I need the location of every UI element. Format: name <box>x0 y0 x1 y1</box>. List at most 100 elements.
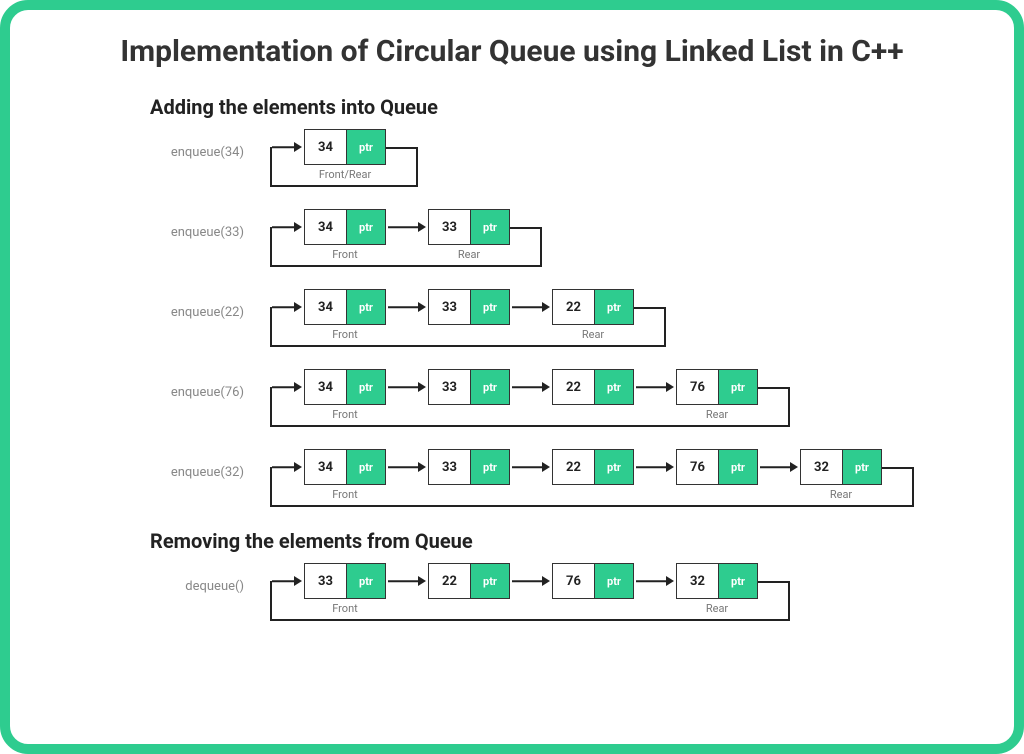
node-ptr: ptr <box>843 450 881 484</box>
node-role-label: Rear <box>706 602 728 615</box>
arrow-lead-in <box>270 563 304 599</box>
node-value: 33 <box>429 290 471 324</box>
node-ptr: ptr <box>471 564 509 598</box>
node-role-label: Front <box>332 328 358 341</box>
node-role-label: Front <box>332 488 358 501</box>
operation-row: enqueue(22)34ptrFront33ptr22ptrRear <box>40 289 984 355</box>
node-role-label: Front <box>332 248 358 261</box>
node: 22ptr <box>552 449 634 485</box>
node-ptr: ptr <box>595 290 633 324</box>
node-chain: 34ptrFront33ptrRear <box>270 209 984 261</box>
node: 34ptrFront <box>304 369 386 421</box>
add-rows: enqueue(34)34ptrFront/Rearenqueue(33)34p… <box>40 129 984 515</box>
node-ptr: ptr <box>347 564 385 598</box>
node-ptr: ptr <box>719 370 757 404</box>
remove-rows: dequeue()33ptrFront22ptr76ptr32ptrRear <box>40 563 984 629</box>
operation-label: dequeue() <box>40 563 270 594</box>
node-ptr: ptr <box>471 450 509 484</box>
arrow-next <box>510 449 552 485</box>
node-ptr: ptr <box>595 370 633 404</box>
node: 76ptr <box>676 449 758 485</box>
node-ptr: ptr <box>719 450 757 484</box>
arrow-next <box>634 563 676 599</box>
node-chain: 34ptrFront33ptr22ptr76ptrRear <box>270 369 984 421</box>
arrow-lead-in <box>270 129 304 165</box>
node-value: 22 <box>429 564 471 598</box>
node: 22ptr <box>552 369 634 405</box>
node: 33ptr Rear <box>428 209 510 261</box>
arrow-lead-in <box>270 209 304 245</box>
node-ptr: ptr <box>719 564 757 598</box>
arrow-lead-in <box>270 289 304 325</box>
arrow-next <box>510 563 552 599</box>
operation-row: enqueue(33)34ptrFront33ptrRear <box>40 209 984 275</box>
node-value: 76 <box>553 564 595 598</box>
node-role-label: Rear <box>830 488 852 501</box>
arrow-next <box>386 289 428 325</box>
node-value: 34 <box>305 130 347 164</box>
section-heading-remove: Removing the elements from Queue <box>150 529 984 553</box>
arrow-lead-in <box>270 449 304 485</box>
arrow-next <box>386 449 428 485</box>
node-value: 33 <box>429 450 471 484</box>
operation-label: enqueue(33) <box>40 209 270 240</box>
operation-label: enqueue(76) <box>40 369 270 400</box>
arrow-next <box>510 289 552 325</box>
node-value: 34 <box>305 370 347 404</box>
node: 76ptr Rear <box>676 369 758 421</box>
node-role-label: Rear <box>706 408 728 421</box>
node: 34ptr Front <box>304 209 386 261</box>
arrow-next <box>634 369 676 405</box>
node-chain: 33ptrFront22ptr76ptr32ptrRear <box>270 563 984 615</box>
node-value: 34 <box>305 290 347 324</box>
operation-row: enqueue(32)34ptrFront33ptr22ptr76ptr32pt… <box>40 449 984 515</box>
node-ptr: ptr <box>471 210 509 244</box>
node-ptr: ptr <box>347 130 385 164</box>
page-title: Implementation of Circular Queue using L… <box>40 32 984 71</box>
arrow-next <box>386 369 428 405</box>
node-chain: 34ptrFront33ptr22ptrRear <box>270 289 984 341</box>
node-ptr: ptr <box>347 210 385 244</box>
operation-label: enqueue(34) <box>40 129 270 160</box>
node: 34ptr Front <box>304 289 386 341</box>
section-heading-add: Adding the elements into Queue <box>150 95 984 119</box>
node-ptr: ptr <box>347 290 385 324</box>
node: 33ptr <box>428 449 510 485</box>
node: 34ptrFront/Rear <box>304 129 386 181</box>
arrow-next <box>386 209 428 245</box>
operation-label: enqueue(32) <box>40 449 270 480</box>
node-value: 32 <box>677 564 719 598</box>
arrow-next <box>510 369 552 405</box>
node: 22ptr <box>428 563 510 599</box>
node-value: 22 <box>553 290 595 324</box>
node-ptr: ptr <box>471 370 509 404</box>
diagram-frame: Implementation of Circular Queue using L… <box>0 0 1024 754</box>
node-role-label: Rear <box>458 248 480 261</box>
node-ptr: ptr <box>595 450 633 484</box>
arrow-lead-in <box>270 369 304 405</box>
node-value: 22 <box>553 370 595 404</box>
arrow-next <box>386 563 428 599</box>
arrow-next <box>758 449 800 485</box>
node: 34ptr Front <box>304 449 386 501</box>
node-ptr: ptr <box>595 564 633 598</box>
node-value: 76 <box>677 370 719 404</box>
node-value: 32 <box>801 450 843 484</box>
node-value: 34 <box>305 210 347 244</box>
operation-label: enqueue(22) <box>40 289 270 320</box>
node-value: 22 <box>553 450 595 484</box>
node-value: 33 <box>429 210 471 244</box>
operation-row: enqueue(76)34ptrFront33ptr22ptr76ptrRear <box>40 369 984 435</box>
node-chain: 34ptrFront/Rear <box>270 129 984 181</box>
node-role-label: Front <box>332 602 358 615</box>
node-ptr: ptr <box>347 370 385 404</box>
node-value: 76 <box>677 450 719 484</box>
arrow-next <box>634 449 676 485</box>
node: 32ptr Rear <box>800 449 882 501</box>
node: 76ptr <box>552 563 634 599</box>
node-ptr: ptr <box>471 290 509 324</box>
node-role-label: Rear <box>582 328 604 341</box>
node: 32ptr Rear <box>676 563 758 615</box>
node-ptr: ptr <box>347 450 385 484</box>
node-value: 34 <box>305 450 347 484</box>
